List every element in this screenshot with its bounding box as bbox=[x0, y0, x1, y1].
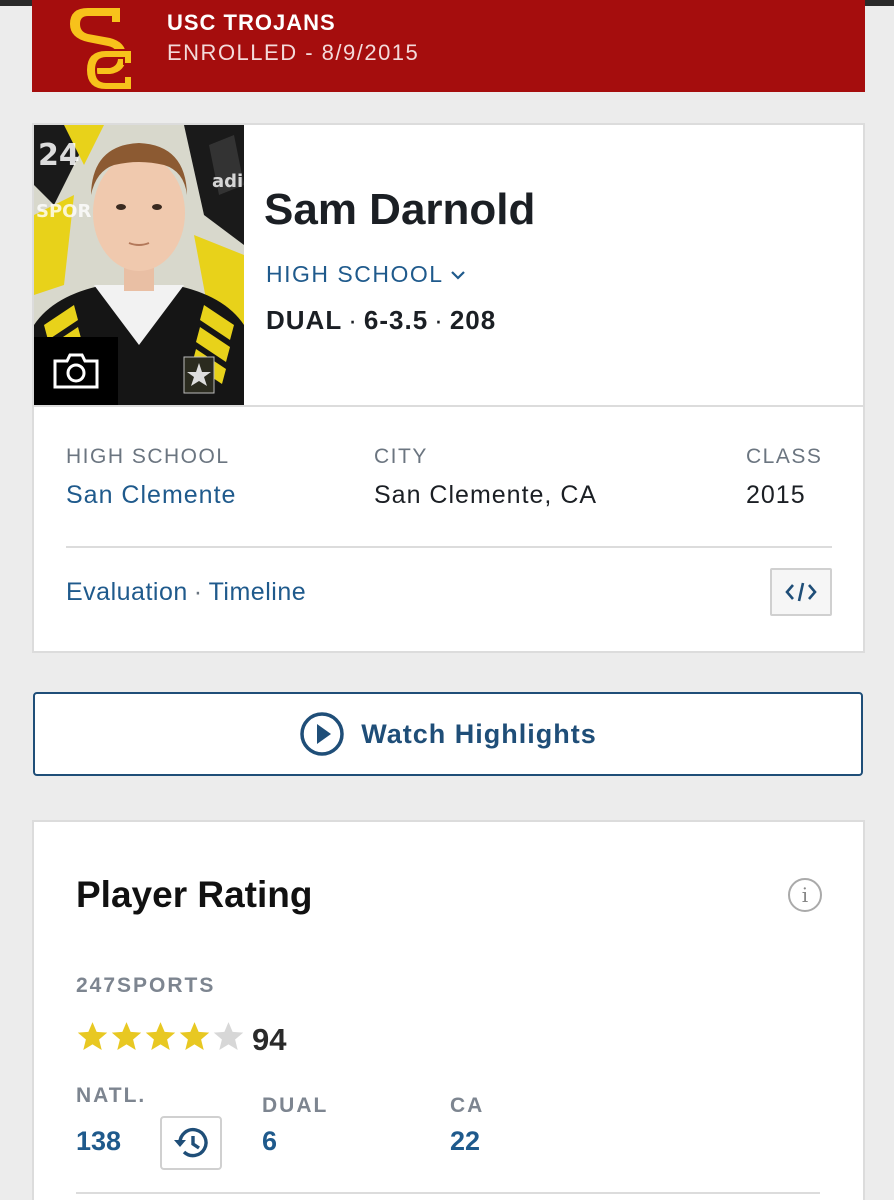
class-label: CLASS bbox=[746, 445, 823, 468]
city-label: CITY bbox=[374, 445, 428, 468]
rating-score: 94 bbox=[252, 1022, 287, 1057]
high-school-label: HIGH SCHOOL bbox=[66, 445, 230, 468]
info-icon[interactable]: i bbox=[788, 878, 822, 912]
watch-highlights-label: Watch Highlights bbox=[361, 718, 597, 749]
player-weight: 208 bbox=[449, 305, 497, 335]
divider bbox=[76, 1192, 820, 1194]
divider bbox=[34, 405, 863, 407]
star-filled-icon bbox=[77, 1022, 108, 1050]
player-height: 6-3.5 bbox=[363, 305, 429, 335]
player-name: Sam Darnold bbox=[264, 185, 536, 234]
star-empty-icon bbox=[213, 1022, 244, 1050]
player-photo[interactable]: 24 SPOR adi bbox=[34, 125, 244, 405]
level-selector[interactable]: HIGH SCHOOL bbox=[266, 261, 466, 288]
rating-source: 247SPORTS bbox=[76, 974, 216, 997]
national-rank-label: NATL. bbox=[76, 1084, 147, 1107]
usc-logo-icon bbox=[70, 8, 133, 90]
position-rank-value[interactable]: 6 bbox=[262, 1126, 277, 1157]
player-measurements: DUAL · 6-3.5 · 208 bbox=[266, 305, 497, 335]
svg-text:24: 24 bbox=[38, 138, 80, 173]
svg-text:SPOR: SPOR bbox=[36, 201, 91, 222]
camera-icon[interactable] bbox=[34, 337, 118, 405]
timeline-link[interactable]: Timeline bbox=[209, 578, 307, 606]
chevron-down-icon bbox=[450, 270, 465, 280]
team-name: USC TROJANS bbox=[167, 10, 336, 35]
national-rank-value[interactable]: 138 bbox=[76, 1126, 121, 1157]
enrollment-status: ENROLLED - 8/9/2015 bbox=[167, 40, 420, 65]
history-icon[interactable] bbox=[160, 1116, 222, 1170]
player-profile-card: 24 SPOR adi Sam Darnold HIGH SCHOOL DUAL… bbox=[32, 123, 865, 653]
watch-highlights-button[interactable]: Watch Highlights bbox=[33, 692, 863, 776]
star-rating bbox=[76, 1020, 245, 1053]
play-circle-icon bbox=[300, 712, 344, 756]
divider bbox=[66, 546, 832, 548]
svg-text:adi: adi bbox=[212, 171, 243, 192]
class-value: 2015 bbox=[746, 481, 806, 509]
player-rating-card: Player Rating i 247SPORTS 94 NATL. 138 D… bbox=[32, 820, 865, 1200]
city-value: San Clemente, CA bbox=[374, 481, 598, 509]
rating-title: Player Rating bbox=[76, 874, 313, 915]
evaluation-link[interactable]: Evaluation bbox=[66, 578, 188, 606]
high-school-link[interactable]: San Clemente bbox=[66, 481, 236, 510]
position-rank-label: DUAL bbox=[262, 1094, 329, 1117]
state-rank-label: CA bbox=[450, 1094, 485, 1117]
star-filled-icon bbox=[179, 1022, 210, 1050]
code-embed-icon[interactable] bbox=[770, 568, 832, 616]
level-selector-label: HIGH SCHOOL bbox=[266, 261, 444, 287]
star-filled-icon bbox=[145, 1022, 176, 1050]
profile-links: Evaluation · Timeline bbox=[66, 578, 307, 606]
state-rank-value[interactable]: 22 bbox=[450, 1126, 480, 1157]
star-filled-icon bbox=[111, 1022, 142, 1050]
player-position: DUAL bbox=[266, 305, 343, 335]
team-banner[interactable]: USC TROJANS ENROLLED - 8/9/2015 bbox=[32, 0, 865, 92]
